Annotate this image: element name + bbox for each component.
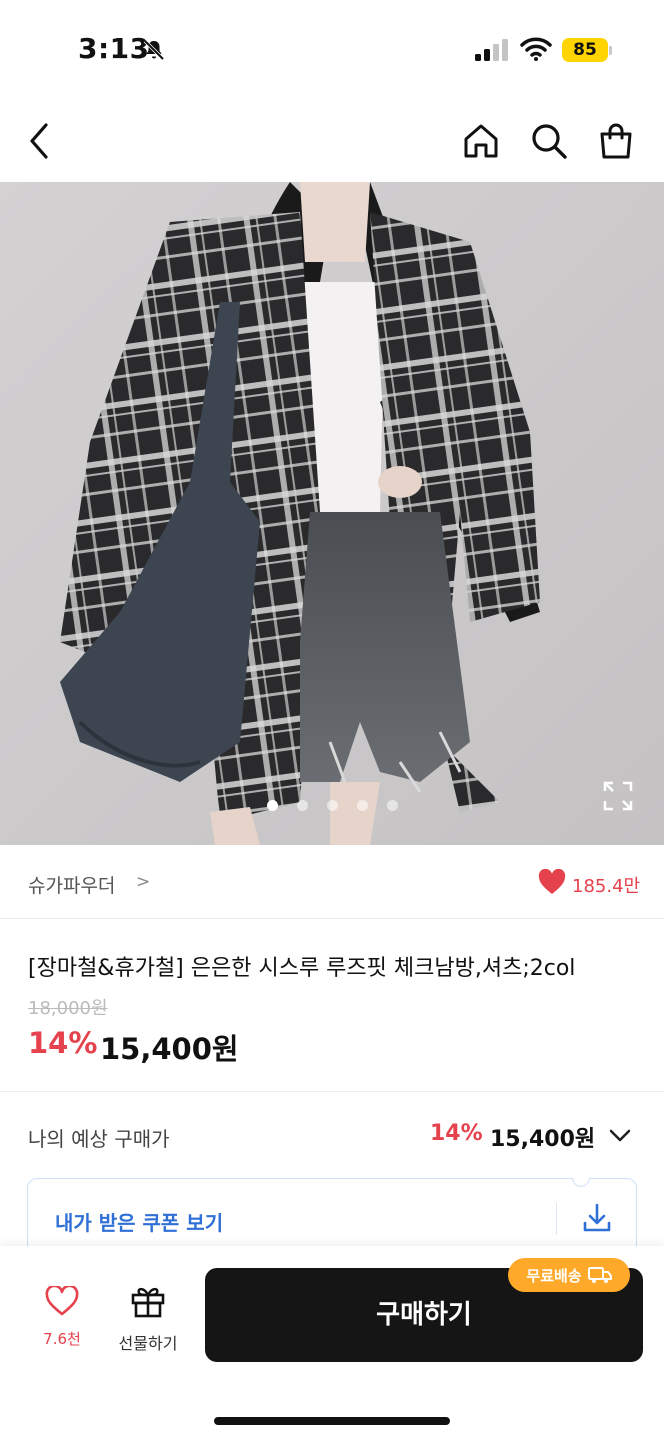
delivery-truck-icon xyxy=(587,1267,612,1283)
heart-outline-icon xyxy=(45,1284,79,1316)
pagination-dot[interactable] xyxy=(327,800,338,811)
free-shipping-badge: 무료배송 xyxy=(508,1258,630,1292)
wishlist-button[interactable]: 7.6천 xyxy=(32,1284,92,1358)
cart-button[interactable] xyxy=(595,120,637,162)
original-price: 18,000원 xyxy=(28,998,108,1019)
store-chevron: > xyxy=(136,872,151,892)
battery-indicator: 85 xyxy=(562,38,608,62)
coupon-notch xyxy=(568,1165,594,1191)
store-like-count: 185.4만 xyxy=(572,876,641,897)
product-image[interactable] xyxy=(0,182,664,845)
fullscreen-expand-icon[interactable] xyxy=(602,780,634,812)
store-name[interactable]: 슈가파우더 xyxy=(28,871,115,898)
top-navigation xyxy=(0,100,664,182)
status-bar: 3:13 85 xyxy=(0,0,664,100)
wishlist-count: 7.6천 xyxy=(43,1330,81,1348)
image-pagination xyxy=(0,797,664,813)
store-row[interactable]: 슈가파우더 > 185.4만 xyxy=(0,845,664,919)
pagination-dot-active[interactable] xyxy=(267,800,278,811)
gift-icon xyxy=(131,1287,165,1318)
expected-price: 15,400원 xyxy=(490,1127,596,1152)
chevron-down-icon[interactable] xyxy=(606,1122,634,1150)
home-icon xyxy=(464,124,498,158)
sale-price: 15,400원 xyxy=(100,1032,239,1066)
product-photo xyxy=(0,182,664,845)
pagination-dot[interactable] xyxy=(387,800,398,811)
coupon-separator xyxy=(556,1203,557,1235)
chevron-left-icon xyxy=(30,123,48,159)
bottom-action-bar: 7.6천 선물하기 구매하기 무료배송 xyxy=(0,1246,664,1440)
pagination-dot[interactable] xyxy=(297,800,308,811)
free-shipping-label: 무료배송 xyxy=(526,1266,582,1285)
coupon-view-link[interactable]: 내가 받은 쿠폰 보기 xyxy=(55,1207,223,1236)
shopping-bag-icon xyxy=(600,123,632,159)
gift-button[interactable]: 선물하기 xyxy=(110,1284,186,1358)
expected-discount: 14% xyxy=(430,1121,483,1146)
wifi-icon xyxy=(520,37,552,61)
battery-tip xyxy=(609,46,612,55)
back-button[interactable] xyxy=(20,120,62,162)
search-button[interactable] xyxy=(528,120,570,162)
cellular-signal-icon xyxy=(475,39,508,61)
home-button[interactable] xyxy=(460,120,502,162)
product-title: [장마철&휴가철] 은은한 시스루 루즈핏 체크남방,셔츠;2col xyxy=(28,956,576,981)
section-divider xyxy=(0,1091,664,1092)
bell-off-icon xyxy=(143,39,165,61)
home-indicator xyxy=(214,1417,450,1425)
gift-label: 선물하기 xyxy=(118,1334,178,1353)
heart-filled-icon[interactable] xyxy=(538,869,566,895)
pagination-dot[interactable] xyxy=(357,800,368,811)
status-time: 3:13 xyxy=(78,32,150,65)
download-icon[interactable] xyxy=(580,1201,614,1235)
discount-rate: 14% xyxy=(28,1026,98,1060)
search-icon xyxy=(532,124,567,159)
expected-price-label: 나의 예상 구매가 xyxy=(28,1127,170,1151)
